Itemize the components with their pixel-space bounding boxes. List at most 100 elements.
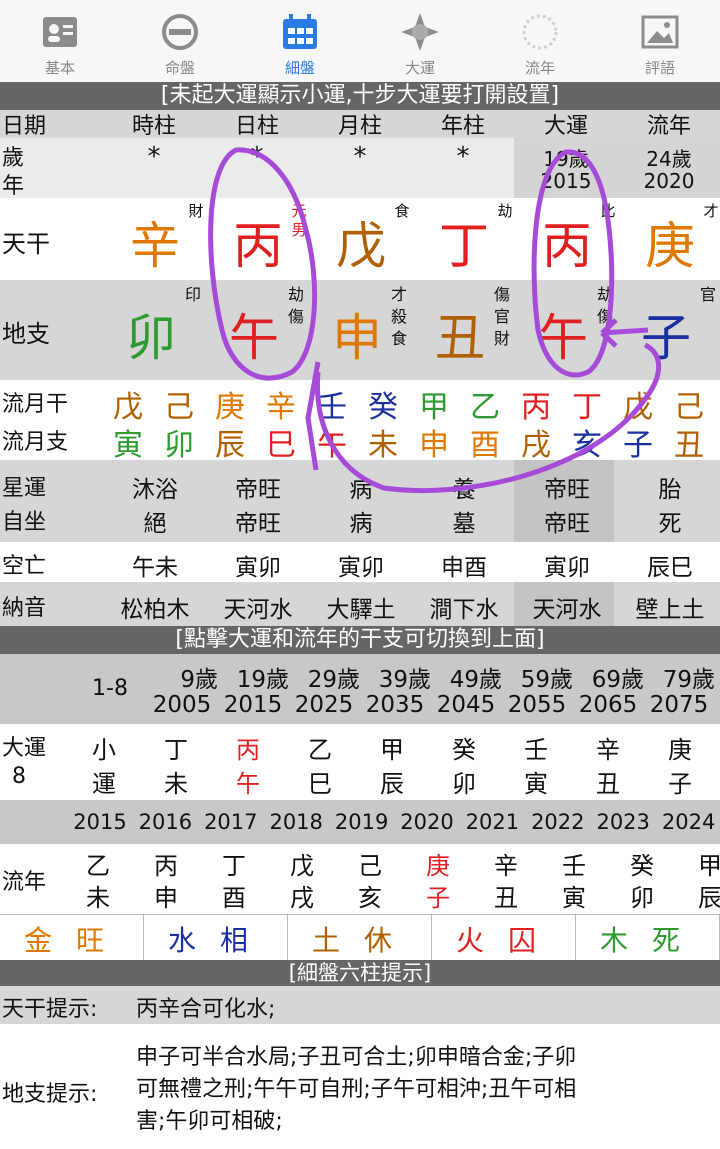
tiangan-char: 丙: [542, 217, 592, 275]
tab-mingpan[interactable]: 命盤: [120, 0, 240, 82]
liunian-gan: 乙: [86, 852, 110, 880]
dayun-zhi: 午: [236, 770, 260, 798]
liuyue-zhi-char: 未: [368, 428, 398, 463]
kongwang-value: 辰巳: [647, 555, 693, 581]
element-char: 木: [599, 924, 628, 957]
dayun-gan: 小: [92, 736, 116, 764]
wangxiang-cell: 木死: [576, 915, 720, 961]
liunian-list-row: 流年 乙未 丙申 丁酉 戊戌 己亥 庚子 辛丑 壬寅 癸卯 甲辰: [0, 844, 720, 914]
liuyue-zhi-char: 巳: [266, 428, 296, 463]
liunian-year: 2019: [334, 810, 389, 834]
nayin-value: 天河水: [223, 597, 293, 623]
tab-label: 大運: [404, 59, 435, 77]
hint-banner: [細盤六柱提示]: [0, 960, 720, 986]
dayun-age: 9歲: [180, 667, 218, 693]
dizhi-canggan: 才殺食: [390, 285, 407, 348]
dizhi-char: 午: [229, 309, 279, 367]
tab-label: 細盤: [284, 59, 315, 77]
dizhi-hint-line: 申子可半合水局;子丑可合土;卯申暗合金;子卯: [136, 1045, 577, 1070]
calendar-icon: [283, 14, 317, 49]
liuyue-zhi-char: 戌: [521, 428, 551, 463]
dayun-gan: 癸: [452, 736, 476, 764]
tab-liunian[interactable]: 流年: [480, 0, 600, 82]
dizhi-hint-line: 害;午卯可相破;: [136, 1109, 283, 1134]
wangxiang-row: 金旺水相土休火囚木死: [0, 914, 720, 961]
chart-circle-icon: [162, 14, 198, 50]
dayun-start-year: 2075: [649, 692, 709, 718]
dizhi-char: 丑: [435, 309, 485, 367]
header-year-pillar: 年柱: [440, 114, 485, 139]
dizhi-hint-text: 申子可半合水局;子丑可合土;卯申暗合金;子卯 可無禮之刑;午午可自刑;子午可相沖…: [136, 1042, 576, 1138]
wangxiang-cell: 水相: [144, 915, 288, 961]
kongwang-label: 空亡: [2, 554, 47, 579]
column-header-row: 日期 時柱 日柱 月柱 年柱 大運 流年: [0, 110, 720, 139]
tab-basic[interactable]: 基本: [0, 0, 120, 82]
tiangan-shishen: 元男: [291, 202, 307, 239]
dayun-start-year: 2055: [507, 692, 567, 718]
liunian-year: 2022: [531, 810, 585, 834]
dayun-start-year: 2025: [294, 692, 354, 718]
xingyun-label: 星運: [2, 476, 47, 501]
dayun-zhi: 丑: [596, 770, 620, 798]
liuyue-block: 流月干 流月支 戊寅己卯庚辰辛巳壬午癸未甲申乙酉丙戌丁亥戊子己丑: [0, 380, 720, 463]
dizhi-canggan: 劫傷: [287, 285, 304, 326]
zizuo-value: 帝旺: [544, 511, 590, 537]
liuyue-zhi-char: 申: [419, 428, 449, 463]
liunian-year: 2023: [596, 810, 650, 834]
dayun-age: 69歲: [591, 667, 644, 693]
liunian-year: 2015: [73, 810, 127, 834]
liunian-zhi: 戌: [290, 884, 314, 912]
xingyun-value: 帝旺: [544, 477, 590, 503]
dayun-age: 79歲: [662, 667, 715, 693]
tab-label: 命盤: [164, 59, 195, 77]
nayin-value: 壁上土: [635, 597, 705, 623]
zizuo-label: 自坐: [2, 510, 47, 535]
dayun-zhi: 卯: [452, 770, 476, 798]
zizuo-value: 帝旺: [235, 511, 281, 537]
tiangan-hint-row: 天干提示: 丙辛合可化水;: [0, 986, 720, 1024]
liunian-year: 2016: [138, 810, 193, 834]
liunian-gan: 癸: [630, 852, 654, 880]
liuyue-zhi-char: 子: [623, 428, 653, 463]
tab-pingyu[interactable]: 評語: [600, 0, 720, 82]
nayin-row: 納音 松柏木 天河水 大驛土 澗下水 天河水 壁上土: [0, 582, 720, 626]
liunian-year: 2021: [465, 810, 520, 834]
liunian-age: 24歲: [646, 147, 692, 171]
liuyue-zhi-char: 亥: [572, 428, 602, 463]
liunian-zhi: 寅: [562, 884, 586, 912]
state-char: 囚: [507, 924, 536, 957]
dayun-year: 2015: [540, 169, 592, 193]
liuyue-zhi-char: 辰: [215, 428, 245, 463]
dizhi-label: 地支: [2, 320, 50, 348]
kongwang-value: 寅卯: [544, 555, 590, 581]
liunian-year: 2020: [400, 810, 454, 834]
tiangan-hint-text: 丙辛合可化水;: [136, 997, 276, 1022]
liuyue-zhi-char: 卯: [164, 428, 194, 463]
state-char: 休: [363, 924, 392, 957]
year-age-star: *: [456, 142, 470, 172]
dizhi-char: 卯: [126, 309, 176, 367]
element-char: 土: [311, 924, 340, 957]
liuyue-zhi-char: 丑: [674, 428, 704, 463]
hour-age-star: *: [147, 142, 161, 172]
tab-dayun[interactable]: 大運: [360, 0, 480, 82]
liunian-gan: 庚: [426, 852, 450, 880]
dizhi-hint-line: 可無禮之刑;午午可自刑;子午可相沖;丑午可相: [136, 1077, 577, 1102]
wangxiang-cell: 金旺: [0, 915, 144, 961]
liunian-zhi: 子: [426, 884, 450, 912]
dayun-start-year: 2065: [578, 692, 638, 718]
tab-xipan[interactable]: 細盤: [240, 0, 360, 82]
dayun-gan: 甲: [380, 736, 404, 764]
tiangan-char: 辛: [130, 217, 180, 275]
xingyun-value: 病: [349, 477, 373, 503]
age-year-row: 歲 年 * * * * 19歲 2015 24歲 2020: [0, 138, 720, 199]
kongwang-value: 午未: [132, 555, 178, 581]
kongwang-value: 申酉: [441, 555, 487, 581]
tiangan-char: 庚: [645, 217, 695, 275]
state-char: 死: [651, 924, 680, 957]
kongwang-value: 寅卯: [235, 555, 281, 581]
liunian-gan: 戊: [290, 852, 314, 880]
zizuo-value: 墓: [452, 511, 476, 537]
liunian-gan: 甲: [698, 852, 720, 880]
liunian-year: 2024: [661, 810, 716, 834]
